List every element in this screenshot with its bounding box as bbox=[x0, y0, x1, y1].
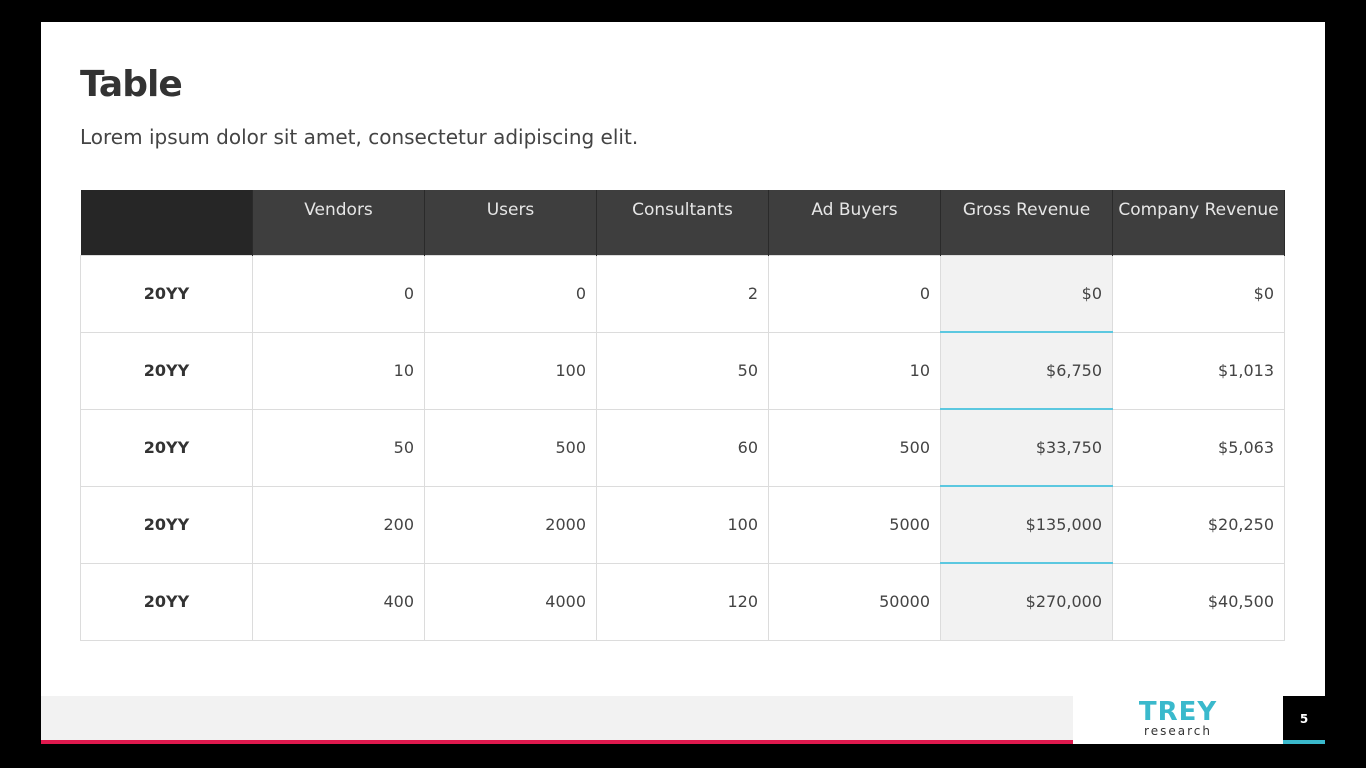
table-cell-gross-revenue: $6,750 bbox=[940, 331, 1113, 410]
table-cell-ad-buyers: 5000 bbox=[768, 485, 941, 564]
slide-title: Table bbox=[80, 64, 183, 105]
footer-band bbox=[41, 696, 1073, 740]
table-header-ad-buyers: Ad Buyers bbox=[768, 190, 941, 255]
trey-research-logo: TREY research bbox=[1073, 696, 1283, 744]
table-cell-vendors: 10 bbox=[252, 331, 425, 410]
slide-subtitle: Lorem ipsum dolor sit amet, consectetur … bbox=[80, 125, 639, 149]
table-cell-year: 20YY bbox=[80, 408, 253, 487]
page-number-box: 5 bbox=[1283, 696, 1325, 744]
table-header-row: Vendors Users Consultants Ad Buyers Gros… bbox=[80, 190, 1285, 255]
table-row: 20YY 0 0 2 0 $0 $0 bbox=[80, 254, 1285, 333]
table-cell-year: 20YY bbox=[80, 485, 253, 564]
table-cell-company-revenue: $0 bbox=[1112, 254, 1285, 333]
page-number: 5 bbox=[1299, 712, 1309, 726]
table-header-gross-revenue: Gross Revenue bbox=[940, 190, 1113, 255]
slide: Table Lorem ipsum dolor sit amet, consec… bbox=[41, 22, 1325, 744]
table-cell-company-revenue: $5,063 bbox=[1112, 408, 1285, 487]
table-cell-ad-buyers: 500 bbox=[768, 408, 941, 487]
table-cell-vendors: 0 bbox=[252, 254, 425, 333]
table-cell-users: 100 bbox=[424, 331, 597, 410]
data-table: Vendors Users Consultants Ad Buyers Gros… bbox=[80, 190, 1285, 641]
table-cell-year: 20YY bbox=[80, 331, 253, 410]
table-cell-company-revenue: $1,013 bbox=[1112, 331, 1285, 410]
table-cell-vendors: 400 bbox=[252, 562, 425, 641]
table-cell-consultants: 100 bbox=[596, 485, 769, 564]
table-cell-users: 2000 bbox=[424, 485, 597, 564]
table-cell-consultants: 60 bbox=[596, 408, 769, 487]
table-cell-gross-revenue: $33,750 bbox=[940, 408, 1113, 487]
logo-subtext: research bbox=[1144, 724, 1212, 738]
table-cell-users: 4000 bbox=[424, 562, 597, 641]
table-cell-gross-revenue: $0 bbox=[940, 254, 1113, 333]
table-header-vendors: Vendors bbox=[252, 190, 425, 255]
table-cell-gross-revenue: $135,000 bbox=[940, 485, 1113, 564]
table-row: 20YY 50 500 60 500 $33,750 $5,063 bbox=[80, 408, 1285, 487]
table-cell-vendors: 50 bbox=[252, 408, 425, 487]
table-cell-ad-buyers: 50000 bbox=[768, 562, 941, 641]
table-row: 20YY 400 4000 120 50000 $270,000 $40,500 bbox=[80, 562, 1285, 641]
footer-accent-bar bbox=[41, 740, 1073, 744]
table-row: 20YY 10 100 50 10 $6,750 $1,013 bbox=[80, 331, 1285, 410]
table-header-users: Users bbox=[424, 190, 597, 255]
table-row: 20YY 200 2000 100 5000 $135,000 $20,250 bbox=[80, 485, 1285, 564]
table-cell-year: 20YY bbox=[80, 254, 253, 333]
table-cell-consultants: 50 bbox=[596, 331, 769, 410]
table-header-company-revenue: Company Revenue bbox=[1112, 190, 1285, 255]
table-cell-consultants: 120 bbox=[596, 562, 769, 641]
table-cell-gross-revenue: $270,000 bbox=[940, 562, 1113, 641]
page-accent-bar bbox=[1283, 740, 1325, 744]
table-cell-ad-buyers: 10 bbox=[768, 331, 941, 410]
table-header-corner bbox=[80, 190, 253, 255]
table-cell-company-revenue: $20,250 bbox=[1112, 485, 1285, 564]
table-cell-consultants: 2 bbox=[596, 254, 769, 333]
table-cell-ad-buyers: 0 bbox=[768, 254, 941, 333]
table-cell-year: 20YY bbox=[80, 562, 253, 641]
table-cell-users: 500 bbox=[424, 408, 597, 487]
table-header-consultants: Consultants bbox=[596, 190, 769, 255]
logo-wordmark: TREY bbox=[1138, 697, 1218, 727]
table-cell-users: 0 bbox=[424, 254, 597, 333]
table-cell-vendors: 200 bbox=[252, 485, 425, 564]
table-cell-company-revenue: $40,500 bbox=[1112, 562, 1285, 641]
